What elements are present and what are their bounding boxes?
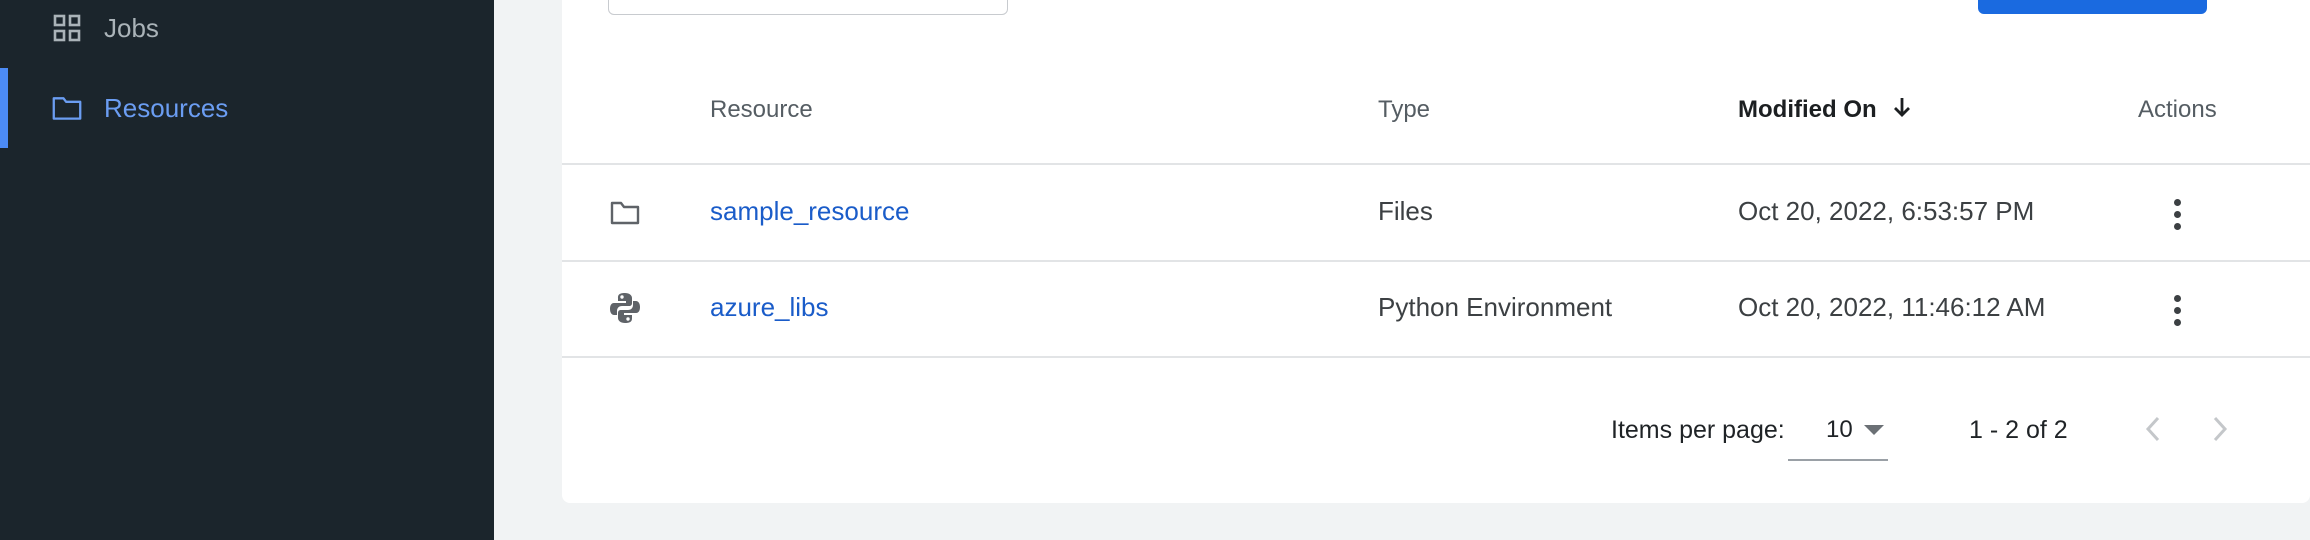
- sidebar-item-jobs[interactable]: Jobs: [0, 0, 494, 68]
- column-header-label: Modified On: [1738, 96, 1877, 123]
- grid-icon: [52, 13, 82, 43]
- next-page-button[interactable]: [2198, 409, 2242, 453]
- items-per-page-value: 10: [1826, 416, 1853, 443]
- resource-type: Files: [1378, 196, 1433, 226]
- column-header-resource[interactable]: Resource: [710, 96, 813, 124]
- resource-name-link[interactable]: azure_libs: [710, 292, 829, 323]
- column-header-modified[interactable]: Modified On: [1738, 96, 1911, 125]
- header-divider: [562, 163, 2310, 165]
- chevron-left-icon: [2144, 415, 2162, 448]
- items-per-page-label: Items per page:: [1611, 416, 1785, 444]
- folder-icon: [608, 196, 642, 230]
- python-icon: [608, 291, 642, 325]
- search-input[interactable]: [608, 0, 1008, 15]
- resource-modified: Oct 20, 2022, 11:46:12 AM: [1738, 292, 2046, 322]
- active-indicator: [0, 68, 8, 148]
- items-per-page-select[interactable]: 10: [1788, 405, 1888, 461]
- dropdown-caret-icon: [1864, 425, 1884, 435]
- column-header-actions: Actions: [2138, 96, 2217, 123]
- sidebar-item-label: Jobs: [104, 12, 159, 43]
- resources-panel: Resource Type Modified On Actions sample…: [562, 0, 2310, 503]
- chevron-right-icon: [2211, 415, 2229, 448]
- resource-modified: Oct 20, 2022, 6:53:57 PM: [1738, 196, 2035, 226]
- previous-page-button[interactable]: [2131, 409, 2175, 453]
- folder-icon: [52, 93, 82, 123]
- row-divider: [562, 356, 2310, 358]
- primary-action-button[interactable]: [1978, 0, 2207, 14]
- column-header-type[interactable]: Type: [1378, 96, 1430, 124]
- row-actions-menu-icon[interactable]: [2162, 194, 2192, 234]
- sidebar-item-resources[interactable]: Resources: [0, 68, 494, 148]
- sidebar-item-label: Resources: [104, 92, 229, 123]
- page-range-label: 1 - 2 of 2: [1969, 416, 2068, 444]
- resource-type: Python Environment: [1378, 292, 1613, 322]
- row-actions-menu-icon[interactable]: [2162, 290, 2192, 330]
- sidebar: Jobs Resources: [0, 0, 494, 540]
- resource-name-link[interactable]: sample_resource: [710, 196, 909, 227]
- row-divider: [562, 260, 2310, 262]
- arrow-down-icon: [1893, 96, 1911, 125]
